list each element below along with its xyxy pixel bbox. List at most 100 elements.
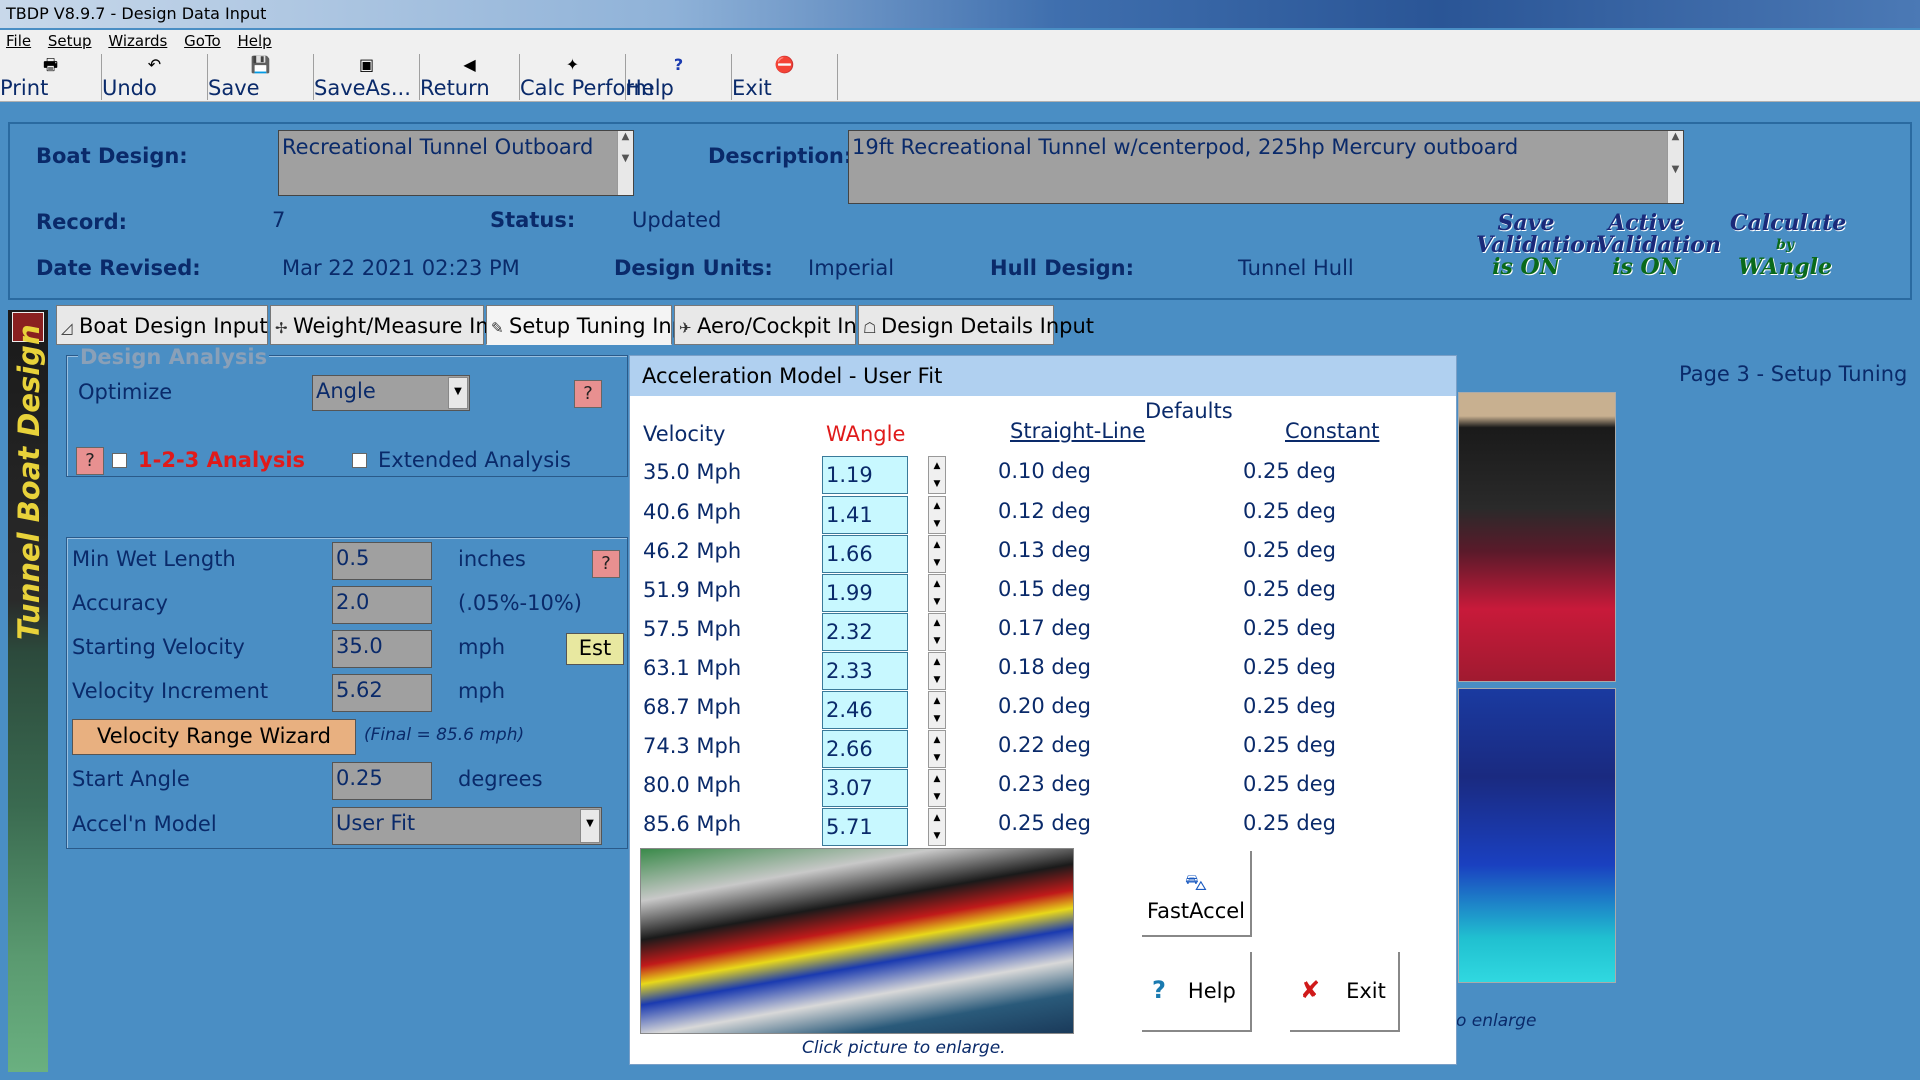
straight-line-header[interactable]: Straight-Line (1010, 419, 1145, 443)
date-revised-label: Date Revised: (36, 256, 201, 280)
dialog-exit-button[interactable]: ✘ Exit (1290, 952, 1400, 1032)
hull-design-value: Tunnel Hull (1238, 256, 1354, 280)
help-button[interactable]: ? Help (626, 54, 732, 100)
pencil-icon: ✎ (491, 319, 504, 337)
dialog-help-button[interactable]: ? Help (1142, 952, 1252, 1032)
optimize-help-button[interactable]: ? (574, 380, 602, 408)
enlarge-caption-fragment: o enlarge (1456, 1011, 1537, 1031)
optimize-select[interactable]: Angle ▼ (312, 375, 470, 411)
wangle-input[interactable]: 2.33 (822, 652, 908, 690)
wangle-input[interactable]: 3.07 (822, 769, 908, 807)
calculate-wangle-badge[interactable]: Calculate by WAngle (1730, 212, 1846, 278)
constant-header[interactable]: Constant (1285, 419, 1379, 443)
description-field[interactable]: 19ft Recreational Tunnel w/centerpod, 22… (848, 130, 1684, 204)
calc-perform-button[interactable]: ✦ Calc Perform (520, 54, 654, 100)
wizard-final-note: (Final = 85.6 mph) (364, 725, 525, 745)
wangle-input[interactable]: 2.32 (822, 613, 908, 651)
menu-help[interactable]: Help (231, 30, 277, 52)
spinner[interactable]: ▲ ▼ (928, 652, 946, 690)
velocity-range-wizard-button[interactable]: Velocity Range Wizard (72, 719, 356, 755)
boat-design-field[interactable]: Recreational Tunnel Outboard ▲ ▼ (278, 130, 634, 196)
description-label: Description: (708, 144, 853, 168)
starting-velocity-input[interactable]: 35.0 (332, 630, 432, 668)
tab-design-details-input[interactable]: ☖ Design Details Input (858, 305, 1094, 345)
spinner[interactable]: ▲ ▼ (928, 574, 946, 612)
tab-weight-measure-input[interactable]: ✢ Weight/Measure Input (270, 305, 524, 345)
min-wet-length-unit: inches (458, 547, 526, 571)
extended-analysis-label: Extended Analysis (378, 448, 571, 472)
velocity-increment-unit: mph (458, 679, 506, 703)
estimate-button[interactable]: Est (566, 633, 624, 665)
design-header: Boat Design: Recreational Tunnel Outboar… (8, 122, 1912, 300)
hull-design-label: Hull Design: (990, 256, 1134, 280)
tab-boat-design-input[interactable]: ◿ Boat Design Input (56, 305, 268, 345)
scrollbar[interactable]: ▲ ▼ (617, 131, 633, 195)
window-title-bar: TBDP V8.9.7 - Design Data Input (0, 0, 1920, 28)
accuracy-unit: (.05%-10%) (458, 591, 582, 615)
wangle-input[interactable]: 2.46 (822, 691, 908, 729)
race-boats-photo[interactable] (640, 848, 1074, 1034)
save-as-button[interactable]: ▣ SaveAs... (314, 54, 420, 100)
page-title: Page 3 - Setup Tuning (1679, 362, 1908, 386)
save-button[interactable]: 💾 Save (208, 54, 314, 100)
boat-design-label: Boat Design: (36, 144, 188, 168)
wangle-input[interactable]: 1.66 (822, 535, 908, 573)
optimize-label: Optimize (78, 380, 173, 404)
velocity-increment-input[interactable]: 5.62 (332, 674, 432, 712)
toolbar: 🖶 Print ↶ Undo 💾 Save ▣ SaveAs... ◀ Retu… (0, 52, 1920, 102)
help-icon: ? (673, 55, 684, 74)
spinner[interactable]: ▲ ▼ (928, 613, 946, 651)
extended-analysis-checkbox[interactable] (352, 453, 367, 468)
accuracy-label: Accuracy (72, 591, 168, 615)
wangle-input[interactable]: 5.71 (822, 808, 908, 846)
save-as-icon: ▣ (358, 55, 375, 74)
min-wet-length-help-button[interactable]: ? (592, 550, 620, 578)
accel-model-select[interactable]: User Fit ▼ (332, 807, 602, 845)
spinner[interactable]: ▲ ▼ (928, 808, 946, 846)
spinner[interactable]: ▲ ▼ (928, 730, 946, 768)
analysis-123-checkbox[interactable] (112, 453, 127, 468)
analysis-help-button[interactable]: ? (76, 447, 104, 475)
spinner[interactable]: ▲ ▼ (928, 496, 946, 534)
menu-wizards[interactable]: Wizards (102, 30, 173, 52)
date-revised-value: Mar 22 2021 02:23 PM (282, 256, 520, 280)
menu-setup[interactable]: Setup (42, 30, 98, 52)
tab-setup-tuning-input[interactable]: ✎ Setup Tuning Input (486, 305, 707, 345)
analysis-123-label: 1-2-3 Analysis (138, 448, 306, 472)
undo-icon: ↶ (147, 55, 162, 74)
undo-button[interactable]: ↶ Undo (102, 54, 208, 100)
wangle-input[interactable]: 1.19 (822, 456, 908, 494)
sidebar-strip: Tunnel Boat Design (8, 310, 48, 1072)
accuracy-input[interactable]: 2.0 (332, 586, 432, 624)
dialog-title: Acceleration Model - User Fit (630, 356, 1456, 396)
spinner[interactable]: ▲ ▼ (928, 691, 946, 729)
wangle-input[interactable]: 1.99 (822, 574, 908, 612)
start-angle-input[interactable]: 0.25 (332, 762, 432, 800)
spinner[interactable]: ▲ ▼ (928, 456, 946, 494)
spinner[interactable]: ▲ ▼ (928, 535, 946, 573)
status-label: Status: (490, 208, 576, 232)
wangle-input[interactable]: 2.66 (822, 730, 908, 768)
print-button[interactable]: 🖶 Print (0, 54, 102, 100)
window-title: TBDP V8.9.7 - Design Data Input (6, 4, 267, 23)
boat-photo-top[interactable] (1458, 392, 1616, 682)
active-validation-badge[interactable]: Active Validation is ON (1596, 212, 1721, 278)
fastaccel-button[interactable]: ⛍ FastAccel (1142, 851, 1252, 937)
min-wet-length-input[interactable]: 0.5 (332, 542, 432, 580)
return-button[interactable]: ◀ Return (420, 54, 520, 100)
design-analysis-title: Design Analysis (78, 345, 270, 369)
exit-button[interactable]: ⛔ Exit (732, 54, 838, 100)
calculate-icon: ✦ (565, 55, 580, 74)
record-value: 7 (272, 208, 286, 232)
tab-aero-cockpit-input[interactable]: ✈ Aero/Cockpit Input (674, 305, 892, 345)
wangle-input[interactable]: 1.41 (822, 496, 908, 534)
menu-file[interactable]: File (0, 30, 37, 52)
menu-goto[interactable]: GoTo (178, 30, 227, 52)
save-validation-badge[interactable]: Save Validation is ON (1476, 212, 1601, 278)
chevron-down-icon: ▼ (448, 377, 468, 409)
scrollbar[interactable]: ▲ ▼ (1667, 131, 1683, 203)
spinner[interactable]: ▲ ▼ (928, 769, 946, 807)
design-units-value: Imperial (808, 256, 895, 280)
plane-icon: ✈ (679, 319, 692, 337)
boat-photo-bottom[interactable] (1458, 688, 1616, 983)
